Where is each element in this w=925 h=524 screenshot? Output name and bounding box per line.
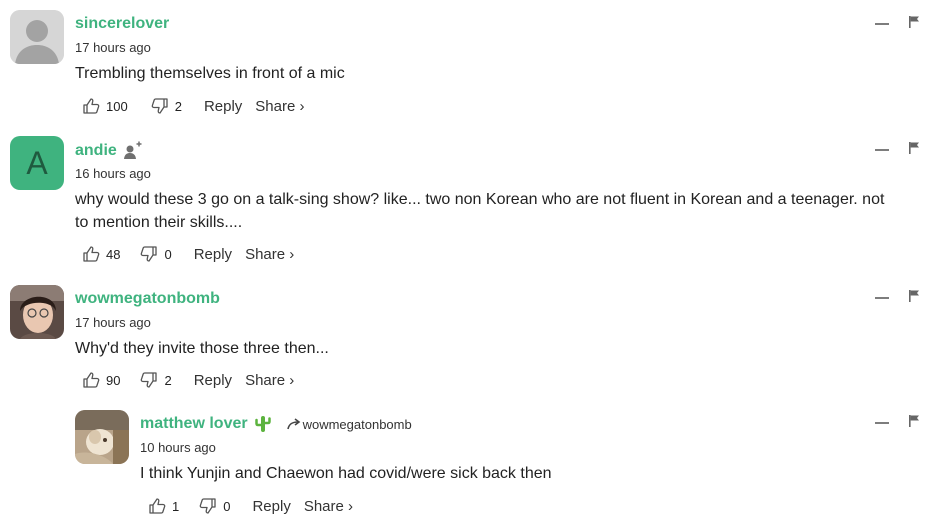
username[interactable]: sincerelover xyxy=(75,15,169,33)
thumbs-down-icon xyxy=(141,246,158,262)
reply-to[interactable]: wowmegatonbomb xyxy=(286,417,412,432)
avatar-letter: A xyxy=(26,144,48,181)
upvote-count: 1 xyxy=(172,498,180,514)
thumbs-up-icon xyxy=(149,498,166,514)
comment-actions: 100 2 Reply Share › xyxy=(82,96,305,116)
comment-actions: 48 0 Reply Share › xyxy=(82,244,294,264)
thumbs-up-icon xyxy=(83,372,100,388)
upvote-button[interactable]: 48 xyxy=(82,245,120,263)
username[interactable]: matthew lover wowmegatonbomb xyxy=(140,415,412,433)
comment-text: I think Yunjin and Chaewon had covid/wer… xyxy=(140,465,552,482)
downvote-count: 0 xyxy=(164,246,172,262)
reply-arrow-icon xyxy=(286,418,300,430)
reply-button[interactable]: Reply xyxy=(194,246,232,263)
minimize-icon[interactable] xyxy=(875,23,889,25)
user-photo-icon xyxy=(75,410,129,464)
minimize-icon[interactable] xyxy=(875,422,889,424)
reply-button[interactable]: Reply xyxy=(252,498,290,515)
default-user-icon xyxy=(10,10,64,64)
thumbs-down-icon xyxy=(199,498,216,514)
comment-controls xyxy=(875,290,920,302)
avatar[interactable] xyxy=(10,10,64,64)
user-photo-icon xyxy=(10,285,64,339)
reply-to-username[interactable]: wowmegatonbomb xyxy=(303,417,412,432)
comment: wowmegatonbomb 17 hours ago Why'd they i… xyxy=(0,280,925,405)
upvote-button[interactable]: 1 xyxy=(148,497,179,515)
flag-icon[interactable] xyxy=(909,142,920,154)
timestamp[interactable]: 10 hours ago xyxy=(140,440,216,455)
upvote-count: 90 xyxy=(106,372,121,388)
comment-controls xyxy=(875,16,920,28)
comment-text: Why'd they invite those three then... xyxy=(75,340,329,357)
timestamp[interactable]: 16 hours ago xyxy=(75,166,151,181)
share-button[interactable]: Share › xyxy=(245,372,294,389)
flag-icon[interactable] xyxy=(909,415,920,427)
username[interactable]: andie xyxy=(75,141,143,161)
avatar[interactable] xyxy=(10,285,64,339)
downvote-button[interactable]: 0 xyxy=(140,245,172,263)
upvote-button[interactable]: 90 xyxy=(82,371,120,389)
comment: sincerelover 17 hours ago Trembling them… xyxy=(0,0,925,130)
comment-text: Trembling themselves in front of a mic xyxy=(75,65,345,82)
downvote-count: 2 xyxy=(174,98,182,114)
upvote-button[interactable]: 100 xyxy=(82,97,128,115)
reply-button[interactable]: Reply xyxy=(194,372,232,389)
thumbs-up-icon xyxy=(83,98,100,114)
comment: A andie 16 hours ago why would these 3 g… xyxy=(0,130,925,280)
downvote-button[interactable]: 2 xyxy=(140,371,172,389)
avatar[interactable]: A xyxy=(10,136,64,190)
downvote-button[interactable]: 2 xyxy=(151,97,182,115)
thumbs-up-icon xyxy=(83,246,100,262)
upvote-count: 48 xyxy=(106,246,121,262)
comment-controls xyxy=(875,142,920,154)
share-button[interactable]: Share › xyxy=(245,246,294,263)
comment-actions: 90 2 Reply Share › xyxy=(82,370,294,390)
upvote-count: 100 xyxy=(106,98,128,114)
share-button[interactable]: Share › xyxy=(255,98,304,115)
thumbs-down-icon xyxy=(151,98,168,114)
username-text[interactable]: andie xyxy=(75,142,117,160)
flag-icon[interactable] xyxy=(909,16,920,28)
minimize-icon[interactable] xyxy=(875,149,889,151)
downvote-count: 0 xyxy=(223,498,231,514)
share-button[interactable]: Share › xyxy=(304,498,353,515)
timestamp[interactable]: 17 hours ago xyxy=(75,315,151,330)
comment-text: why would these 3 go on a talk-sing show… xyxy=(75,191,885,231)
username-text[interactable]: matthew lover xyxy=(140,415,248,433)
timestamp[interactable]: 17 hours ago xyxy=(75,40,151,55)
avatar[interactable] xyxy=(75,410,129,464)
flag-icon[interactable] xyxy=(909,290,920,302)
downvote-button[interactable]: 0 xyxy=(199,497,230,515)
username-text[interactable]: sincerelover xyxy=(75,15,169,33)
username[interactable]: wowmegatonbomb xyxy=(75,290,220,308)
reply-comment: matthew lover wowmegatonbomb 10 hours ag… xyxy=(0,405,925,524)
username-text[interactable]: wowmegatonbomb xyxy=(75,290,220,308)
minimize-icon[interactable] xyxy=(875,297,889,299)
comment-controls xyxy=(875,415,920,427)
downvote-count: 2 xyxy=(164,372,172,388)
add-follower-icon xyxy=(123,141,142,159)
reply-button[interactable]: Reply xyxy=(204,98,242,115)
thumbs-down-icon xyxy=(141,372,158,388)
comment-actions: 1 0 Reply Share › xyxy=(148,496,353,516)
cactus-icon xyxy=(254,416,271,432)
